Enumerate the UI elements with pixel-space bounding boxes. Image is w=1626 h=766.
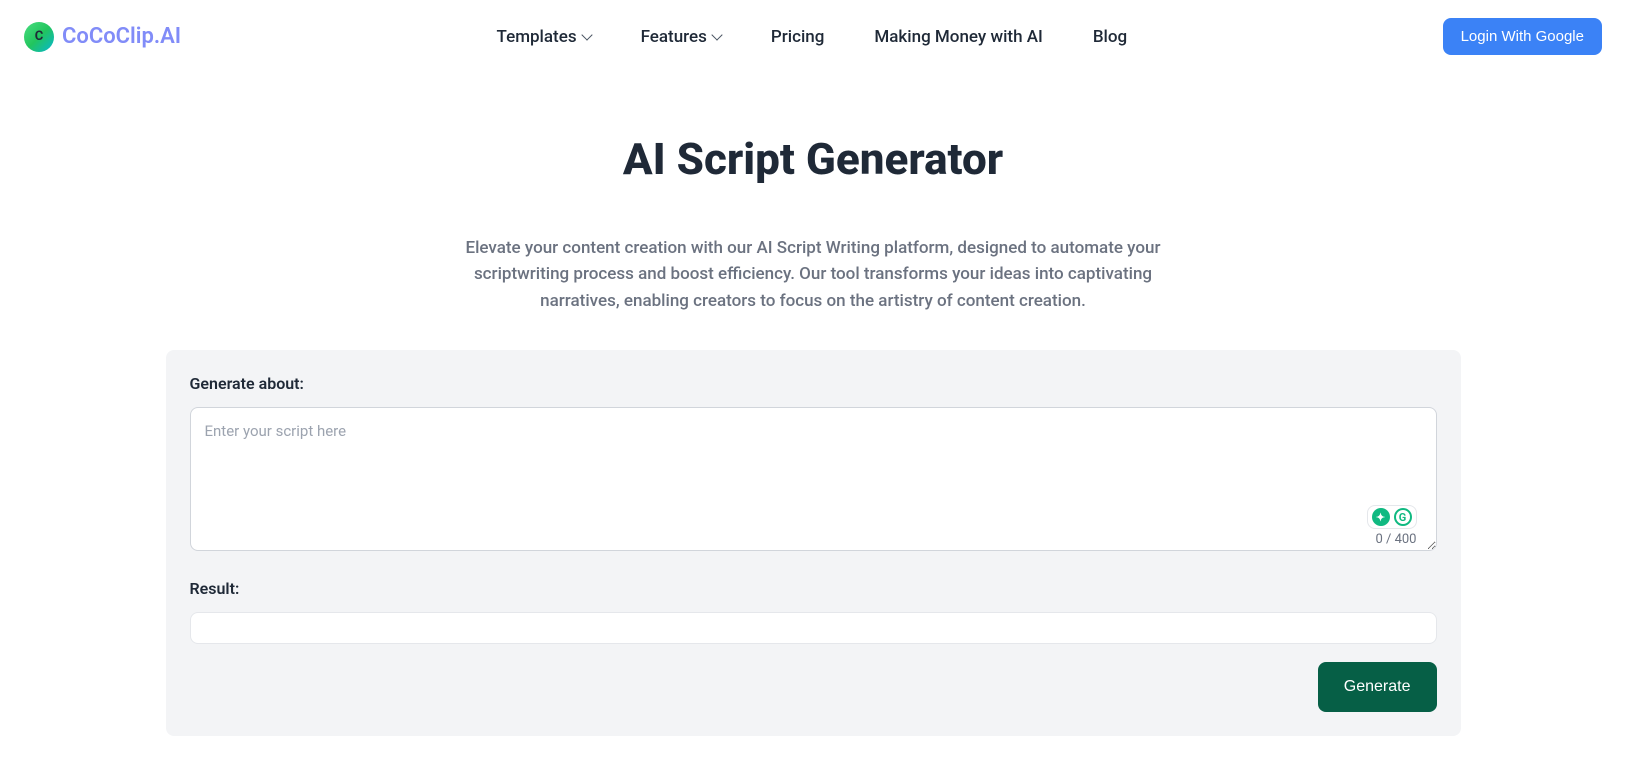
- logo-text: CoCoClip.AI: [62, 24, 181, 49]
- generator-card: Generate about: ✦ G 0 / 400 Result: Gene…: [166, 350, 1461, 736]
- page-subtitle: Elevate your content creation with our A…: [433, 235, 1193, 314]
- page-title: AI Script Generator: [128, 133, 1498, 185]
- nav-features-label: Features: [641, 27, 707, 47]
- textarea-wrapper: ✦ G 0 / 400: [190, 407, 1437, 555]
- grammarly-ai-icon: ✦: [1372, 508, 1390, 526]
- nav-pricing[interactable]: Pricing: [771, 27, 825, 47]
- generate-about-label: Generate about:: [190, 374, 1437, 393]
- nav-templates[interactable]: Templates: [497, 27, 591, 47]
- logo-letter: C: [35, 29, 44, 44]
- character-counter: 0 / 400: [1375, 532, 1416, 547]
- chevron-down-icon: [581, 29, 592, 40]
- nav-features[interactable]: Features: [641, 27, 721, 47]
- generate-button[interactable]: Generate: [1318, 662, 1437, 712]
- main-content: AI Script Generator Elevate your content…: [108, 73, 1518, 766]
- header: C CoCoClip.AI Templates Features Pricing…: [0, 0, 1626, 73]
- nav-blog[interactable]: Blog: [1093, 27, 1127, 47]
- grammarly-icon: G: [1394, 508, 1412, 526]
- script-input[interactable]: [190, 407, 1437, 551]
- nav-pricing-label: Pricing: [771, 27, 825, 47]
- grammarly-widget[interactable]: ✦ G: [1367, 505, 1417, 529]
- logo[interactable]: C CoCoClip.AI: [24, 22, 181, 52]
- nav-making-money-label: Making Money with AI: [874, 27, 1042, 47]
- main-nav: Templates Features Pricing Making Money …: [497, 27, 1128, 47]
- result-output: [190, 612, 1437, 644]
- nav-making-money[interactable]: Making Money with AI: [874, 27, 1042, 47]
- login-button[interactable]: Login With Google: [1443, 18, 1602, 55]
- chevron-down-icon: [711, 29, 722, 40]
- logo-icon: C: [24, 22, 54, 52]
- nav-blog-label: Blog: [1093, 27, 1127, 47]
- result-label: Result:: [190, 579, 1437, 598]
- actions-row: Generate: [190, 662, 1437, 712]
- nav-templates-label: Templates: [497, 27, 577, 47]
